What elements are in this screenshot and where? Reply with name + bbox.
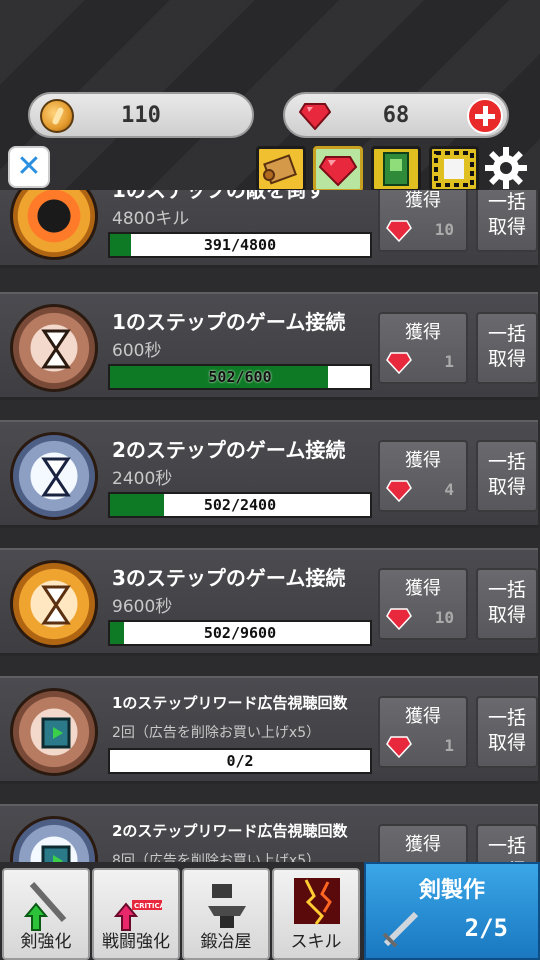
mission-card: 3のステップのゲーム接続 9600秒 502/9600 獲得 10 一括 取得 xyxy=(0,548,538,656)
nav-skill[interactable]: スキル xyxy=(272,868,360,960)
progress-bar: 502/2400 xyxy=(108,492,372,518)
claim-label: 獲得 xyxy=(405,322,441,343)
mission-card: 1のステップリワード広告視聴回数 2回（広告を削除お買い上げx5） 0/2 獲得… xyxy=(0,676,538,784)
gem-shop-icon[interactable] xyxy=(313,146,363,192)
mission-title: 2のステップリワード広告視聴回数 xyxy=(112,822,348,840)
add-gems-button[interactable] xyxy=(467,98,503,134)
progress-text: 502/600 xyxy=(208,368,272,386)
hourglass-badge-icon xyxy=(10,432,98,520)
claim-label: 獲得 xyxy=(405,578,441,599)
battle-upgrade-icon: CRITICAL xyxy=(113,900,162,931)
mission-title: 1のステップリワード広告視聴回数 xyxy=(112,694,348,712)
claim-button[interactable]: 獲得 xyxy=(378,824,468,862)
reward-amount: 4 xyxy=(444,480,454,499)
gem-icon xyxy=(386,220,412,242)
box-icon[interactable] xyxy=(429,146,479,192)
sword-icon xyxy=(382,911,419,948)
mission-title: 1のステップのゲーム接続 xyxy=(112,310,346,334)
gem-icon xyxy=(386,480,412,502)
gear-icon[interactable] xyxy=(484,146,528,190)
reward-amount: 1 xyxy=(444,736,454,755)
progress-bar: 391/4800 xyxy=(108,232,372,258)
nav-sword-upgrade[interactable]: 剣強化 xyxy=(2,868,90,960)
nav-blacksmith[interactable]: 鍛冶屋 xyxy=(182,868,270,960)
claim-button[interactable]: 獲得 10 xyxy=(378,568,468,640)
claim-button[interactable]: 獲得 1 xyxy=(378,696,468,768)
lightning-icon xyxy=(294,878,340,925)
progress-text: 502/2400 xyxy=(203,496,277,514)
mission-card: 1のステップのゲーム接続 600秒 502/600 獲得 1 一括 取得 xyxy=(0,292,538,400)
progress-text: 0/2 xyxy=(226,752,254,770)
mission-subtitle: 2回（広告を削除お買い上げx5） xyxy=(112,725,321,741)
nav-label: 鍛冶屋 xyxy=(200,932,252,952)
close-icon: ✕ xyxy=(16,149,42,184)
bulk-claim-label: 一括 取得 xyxy=(487,323,526,370)
mission-subtitle: 9600秒 xyxy=(112,597,173,617)
scroll-icon[interactable] xyxy=(256,146,306,192)
progress-bar: 0/2 xyxy=(108,748,372,774)
coin-counter: 110 xyxy=(28,92,254,138)
mission-subtitle: 600秒 xyxy=(112,341,162,361)
bulk-claim-button[interactable]: 一括 取得 xyxy=(476,440,538,512)
gem-counter: 68 xyxy=(283,92,509,138)
claim-label: 獲得 xyxy=(405,450,441,471)
close-button[interactable]: ✕ xyxy=(8,146,50,188)
mission-card: 2のステップのゲーム接続 2400秒 502/2400 獲得 4 一括 取得 xyxy=(0,420,538,528)
gem-icon xyxy=(386,608,412,630)
bulk-claim-button[interactable]: 一括 取得 xyxy=(476,568,538,640)
gem-icon xyxy=(386,736,412,758)
book-icon[interactable] xyxy=(371,146,421,192)
claim-button[interactable]: 獲得 1 xyxy=(378,312,468,384)
reward-amount: 10 xyxy=(434,608,454,627)
film-badge-icon xyxy=(10,688,98,776)
mission-list[interactable]: 1のステップの敵を倒す 4800キル 391/4800 獲得 10 一括 取得 … xyxy=(0,190,540,862)
nav-label: 戦闘強化 xyxy=(102,932,170,952)
bulk-claim-label: 一括 取得 xyxy=(487,835,526,862)
reward-amount: 10 xyxy=(434,220,454,239)
mission-subtitle: 4800キル xyxy=(112,209,190,229)
mission-title: 3のステップのゲーム接続 xyxy=(112,566,346,590)
mission-card: 2のステップリワード広告視聴回数 8回（広告を削除お買い上げx5） 獲得 一括 … xyxy=(0,804,538,862)
mission-title: 2のステップのゲーム接続 xyxy=(112,438,346,462)
nav-label: スキル xyxy=(290,932,342,952)
progress-bar: 502/600 xyxy=(108,364,372,390)
forge-label: 剣製作 xyxy=(418,878,485,903)
forge-count: 2/5 xyxy=(464,914,508,942)
bulk-claim-button[interactable]: 一括 取得 xyxy=(476,312,538,384)
progress-text: 391/4800 xyxy=(203,236,277,254)
bulk-claim-label: 一括 取得 xyxy=(487,191,526,238)
bulk-claim-button[interactable]: 一括 取得 xyxy=(476,190,538,252)
film-badge-icon xyxy=(10,816,98,862)
mission-subtitle: 8回（広告を削除お買い上げx5） xyxy=(112,853,321,862)
bulk-claim-button[interactable]: 一括 取得 xyxy=(476,696,538,768)
bulk-claim-label: 一括 取得 xyxy=(487,707,526,754)
claim-label: 獲得 xyxy=(405,706,441,727)
mission-subtitle: 2400秒 xyxy=(112,469,173,489)
claim-label: 獲得 xyxy=(405,190,441,211)
anvil-icon xyxy=(208,884,246,928)
claim-button[interactable]: 獲得 4 xyxy=(378,440,468,512)
bulk-claim-label: 一括 取得 xyxy=(487,451,526,498)
coin-value: 110 xyxy=(121,103,161,128)
hourglass-badge-icon xyxy=(10,304,98,392)
critical-tag: CRITICAL xyxy=(134,902,162,910)
mission-card: 1のステップの敵を倒す 4800キル 391/4800 獲得 10 一括 取得 xyxy=(0,190,538,268)
bulk-claim-label: 一括 取得 xyxy=(487,579,526,626)
nav-battle-upgrade[interactable]: CRITICAL 戦闘強化 xyxy=(92,868,180,960)
bottom-nav: 剣強化 CRITICAL 戦闘強化 鍛冶屋 スキル 剣製作 2/5 xyxy=(0,862,540,960)
reward-amount: 1 xyxy=(444,352,454,371)
claim-button[interactable]: 獲得 10 xyxy=(378,190,468,252)
bomb-badge-icon xyxy=(10,190,98,260)
progress-text: 502/9600 xyxy=(203,624,277,642)
mission-title: 1のステップの敵を倒す xyxy=(112,190,326,202)
claim-label: 獲得 xyxy=(405,834,441,855)
gem-icon xyxy=(386,352,412,374)
sword-upgrade-icon xyxy=(23,882,67,931)
progress-bar: 502/9600 xyxy=(108,620,372,646)
bulk-claim-button[interactable]: 一括 取得 xyxy=(476,824,538,862)
forge-sword-button[interactable]: 剣製作 2/5 xyxy=(364,862,540,960)
nav-label: 剣強化 xyxy=(20,932,72,952)
hourglass-badge-icon xyxy=(10,560,98,648)
